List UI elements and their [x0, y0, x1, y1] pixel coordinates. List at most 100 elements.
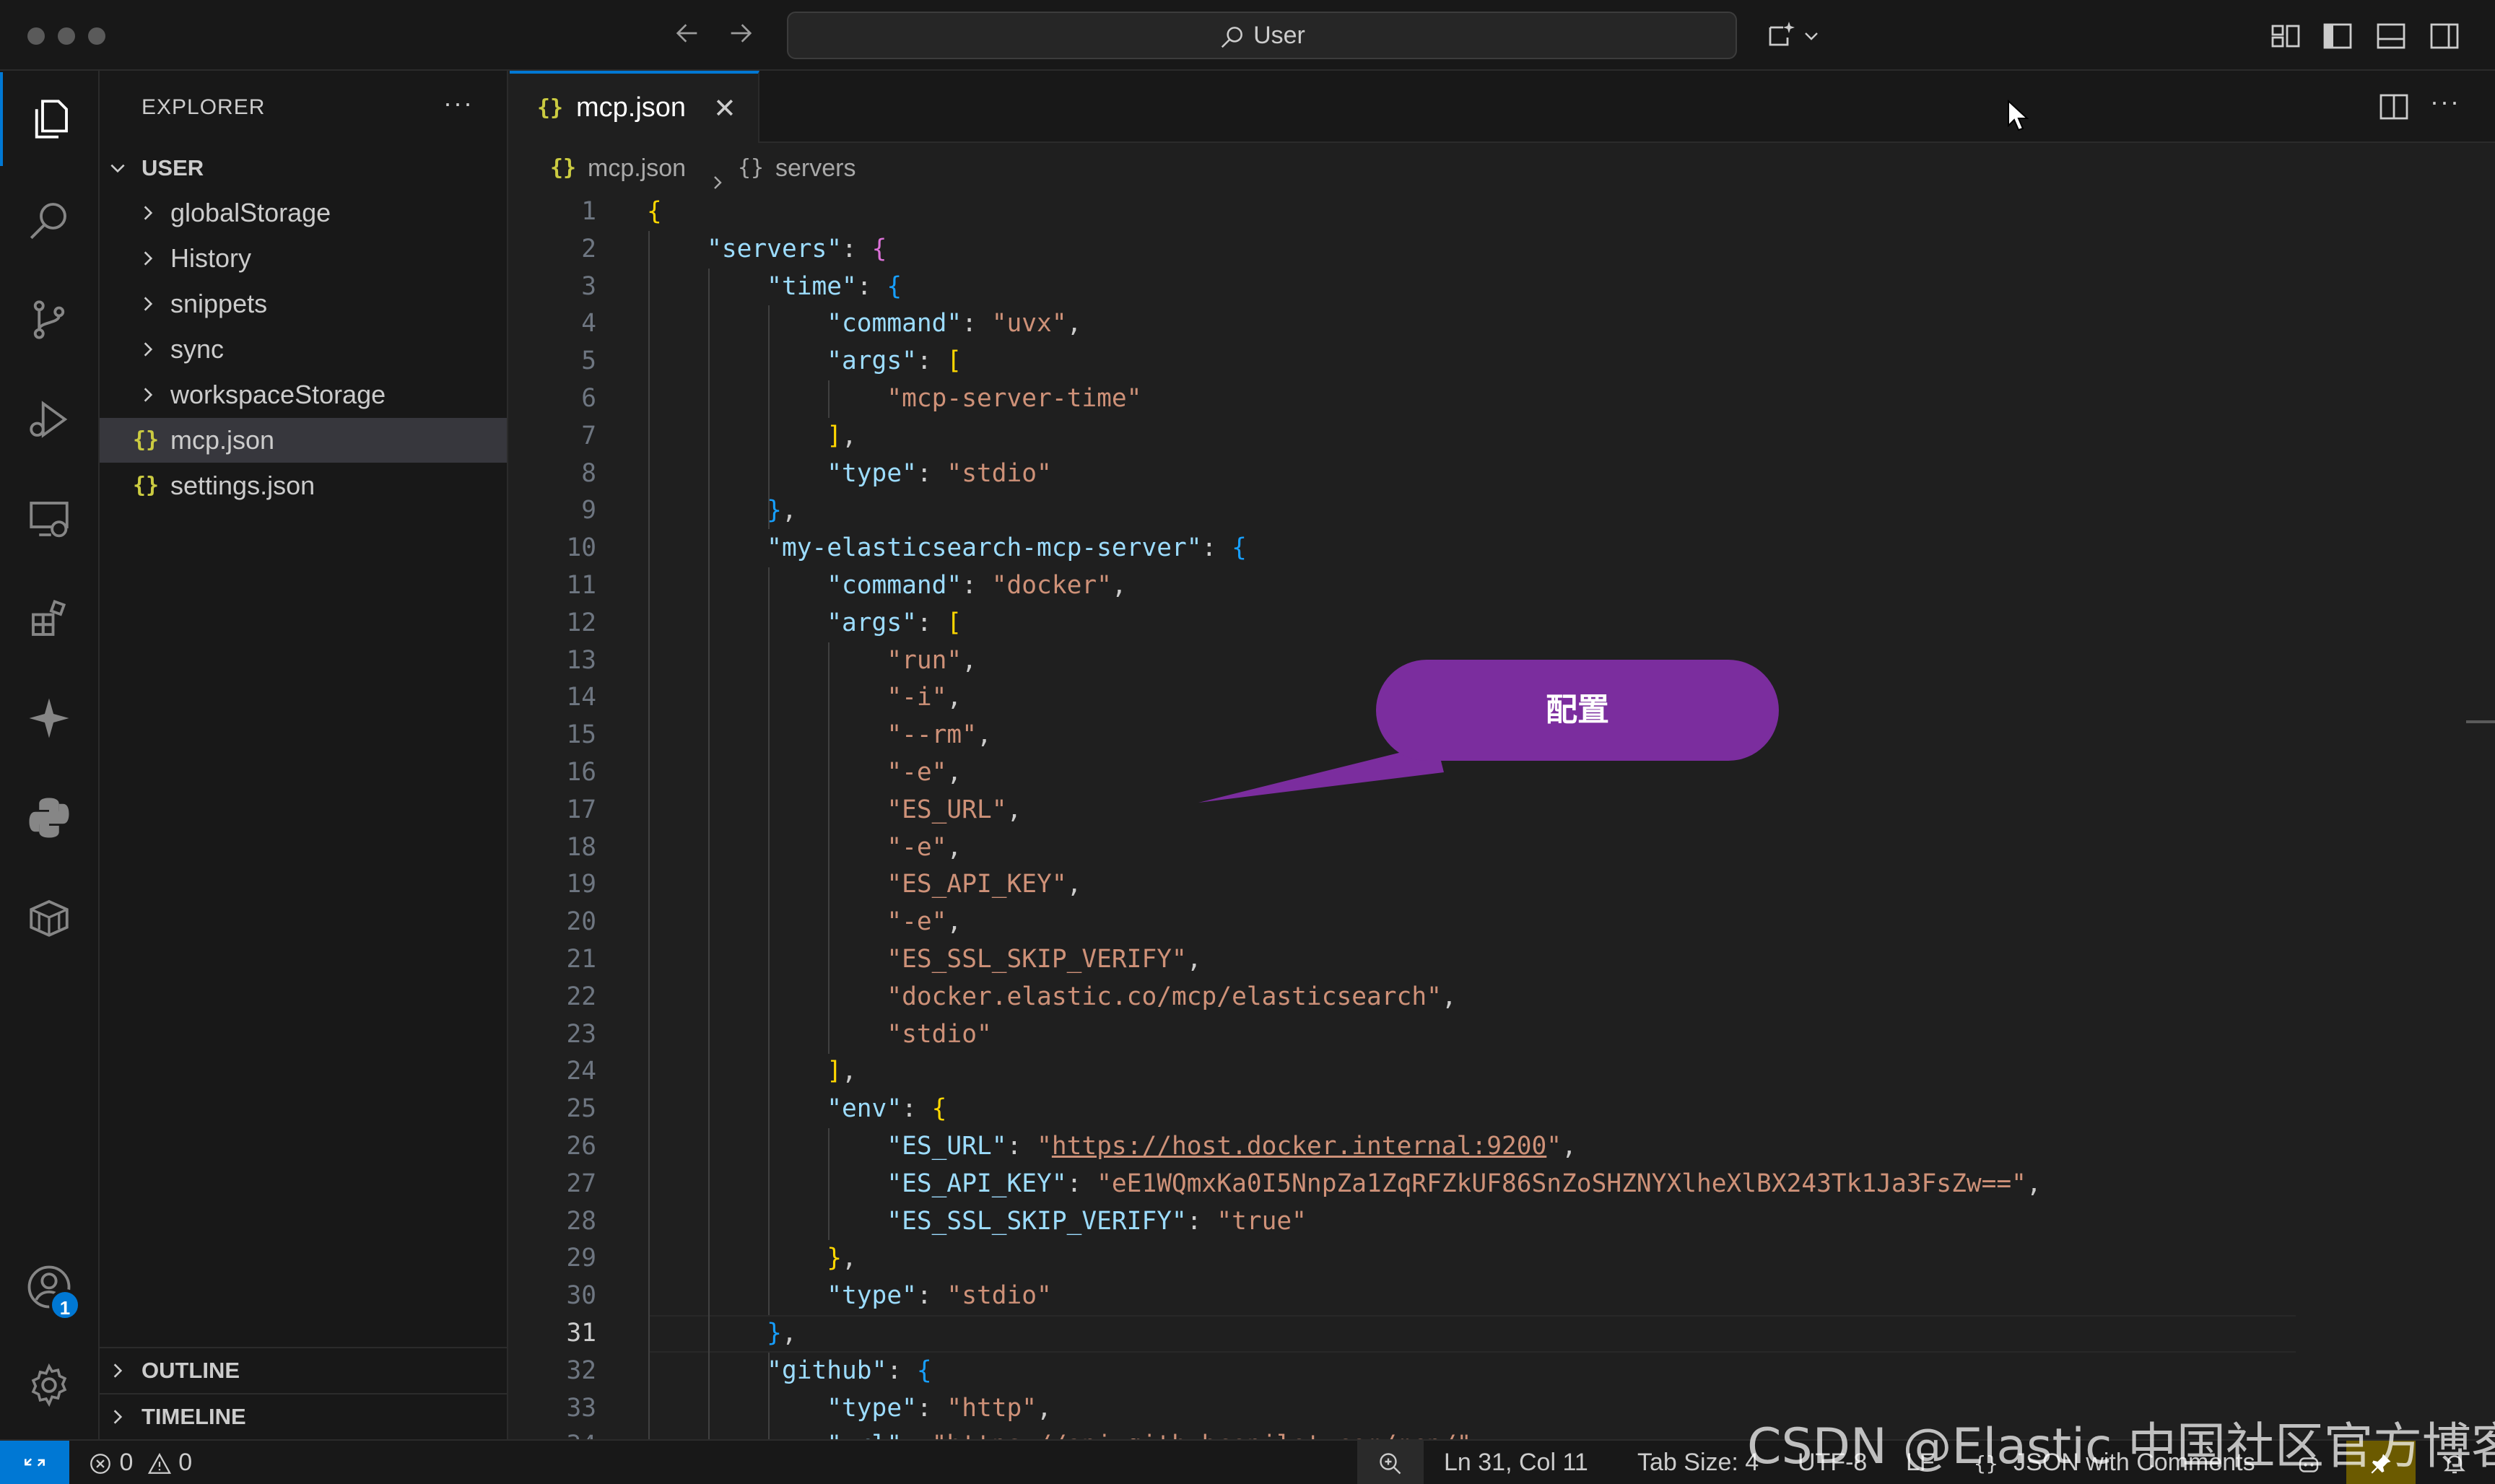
code-line: "url": "https://api.githubcopilot.com/mc… [647, 1427, 1486, 1439]
chevron-right-icon [137, 236, 159, 281]
activity-manage[interactable] [0, 1338, 98, 1432]
code-line: "run", [887, 645, 977, 675]
activity-bar: 1 [0, 71, 100, 1439]
tree-item-mcp-json[interactable]: {} mcp.json [100, 418, 507, 463]
activity-python[interactable] [0, 771, 98, 865]
extensions-icon [32, 599, 66, 636]
chevron-right-icon [137, 281, 159, 326]
line-number: 20 [566, 907, 596, 937]
sidebar-left-icon [2323, 23, 2352, 49]
chevron-down-icon [107, 146, 129, 191]
toggle-primary-sidebar-button[interactable] [2320, 19, 2355, 53]
sidebar-right-icon [2430, 23, 2459, 49]
activity-copilot[interactable] [0, 671, 98, 765]
tree-item-label: sync [170, 334, 225, 364]
zoom-indicator[interactable] [1357, 1441, 1424, 1484]
line-number: 16 [566, 758, 596, 787]
files-icon [35, 100, 68, 139]
split-editor-button[interactable] [2377, 90, 2411, 124]
scrollbar-slider[interactable] [2466, 720, 2495, 723]
activity-source-control[interactable] [0, 273, 98, 367]
code-line: "-e", [887, 907, 962, 937]
folder-root-user[interactable]: USER [100, 146, 507, 191]
code-editor[interactable]: 1 2 3 4 5 6 7 8 9 10 11 12 13 14 15 16 1… [510, 193, 2495, 1439]
breadcrumb-file[interactable]: mcp.json [588, 143, 686, 193]
activity-remote-explorer[interactable] [0, 472, 98, 566]
copilot-menu-chevron[interactable] [1801, 19, 1822, 53]
copilot-chat-button[interactable] [1764, 19, 1799, 53]
cursor-position[interactable]: Ln 31, Col 11 [1444, 1441, 1588, 1484]
line-number: 32 [566, 1356, 596, 1385]
tree-item-label: snippets [170, 289, 268, 318]
annotation-callout: 配置 [1376, 660, 1779, 761]
activity-search[interactable] [0, 173, 98, 267]
json-file-icon: {} [133, 427, 160, 453]
line-number: 24 [566, 1057, 596, 1086]
remote-indicator-button[interactable] [0, 1441, 69, 1484]
activity-explorer[interactable] [0, 72, 98, 166]
remote-explorer-icon [30, 502, 69, 538]
window-minimize-button[interactable] [58, 27, 75, 45]
url-link[interactable]: https://host.docker.internal:9200 [1052, 1132, 1546, 1161]
code-line: "-e", [887, 758, 962, 787]
code-line: "type": "stdio" [827, 1281, 1052, 1311]
command-center-search[interactable]: User [787, 12, 1737, 59]
tab-close-button[interactable]: ✕ [713, 92, 736, 125]
line-number: 9 [581, 496, 596, 525]
split-editor-icon [2379, 94, 2408, 120]
code-line: "command": "docker", [827, 571, 1127, 600]
code-line: "time": { [767, 271, 902, 301]
go-back-button[interactable] [670, 19, 705, 53]
tree-item-settings-json[interactable]: {} settings.json [100, 463, 507, 508]
toggle-secondary-sidebar-button[interactable] [2427, 19, 2462, 53]
line-number: 14 [566, 683, 596, 712]
panel-bottom-icon [2377, 23, 2405, 49]
code-line: "-i", [887, 683, 962, 712]
source-control-icon [33, 300, 65, 339]
code-line: "my-elasticsearch-mcp-server": { [767, 533, 1247, 563]
toggle-panel-button[interactable] [2374, 19, 2408, 53]
editor-more-actions[interactable]: ··· [2430, 87, 2460, 117]
activity-accounts[interactable] [0, 1240, 98, 1334]
tree-item-snippets[interactable]: snippets [100, 281, 507, 326]
line-number: 27 [566, 1169, 596, 1198]
error-count: 0 [119, 1449, 134, 1476]
remote-icon [25, 1458, 45, 1467]
outline-section-header[interactable]: OUTLINE [100, 1347, 507, 1392]
window-close-button[interactable] [27, 27, 45, 45]
tree-item-globalStorage[interactable]: globalStorage [100, 191, 507, 235]
mouse-cursor [2007, 99, 2032, 135]
current-line-highlight [650, 1315, 2296, 1353]
activity-run-debug[interactable] [0, 372, 98, 466]
tree-item-History[interactable]: History [100, 236, 507, 281]
tab-size-indicator[interactable]: Tab Size: 4 [1637, 1441, 1759, 1484]
line-number: 13 [566, 645, 596, 675]
line-number: 29 [566, 1244, 596, 1273]
line-number: 4 [581, 309, 596, 339]
activity-extensions[interactable] [0, 572, 98, 665]
code-line: "type": "stdio" [827, 458, 1052, 488]
code-line: "ES_URL", [887, 795, 1022, 824]
window-maximize-button[interactable] [88, 27, 105, 45]
timeline-section-header[interactable]: TIMELINE [100, 1393, 507, 1438]
tree-item-label: workspaceStorage [170, 380, 386, 409]
explorer-more-actions[interactable]: ··· [443, 88, 474, 118]
line-number: 23 [566, 1019, 596, 1049]
breadcrumb-symbol[interactable]: servers [775, 143, 855, 193]
code-line: "github": { [767, 1356, 932, 1385]
line-number: 25 [566, 1094, 596, 1124]
line-number: 2 [581, 234, 596, 263]
go-forward-button[interactable] [723, 19, 758, 53]
activity-containers[interactable] [0, 870, 98, 964]
problems-indicator[interactable]: 0 0 [88, 1441, 192, 1484]
tree-item-sync[interactable]: sync [100, 327, 507, 372]
line-number: 34 [510, 1427, 596, 1439]
line-number: 19 [566, 870, 596, 899]
customize-layout-button[interactable] [2268, 19, 2303, 53]
code-line: { [647, 197, 662, 226]
tree-item-workspaceStorage[interactable]: workspaceStorage [100, 372, 507, 417]
tab-mcp-json[interactable]: {} mcp.json ✕ [510, 71, 759, 143]
search-icon [30, 203, 66, 240]
code-line: "ES_SSL_SKIP_VERIFY", [887, 945, 1202, 974]
code-line: "type": "http", [827, 1393, 1052, 1423]
